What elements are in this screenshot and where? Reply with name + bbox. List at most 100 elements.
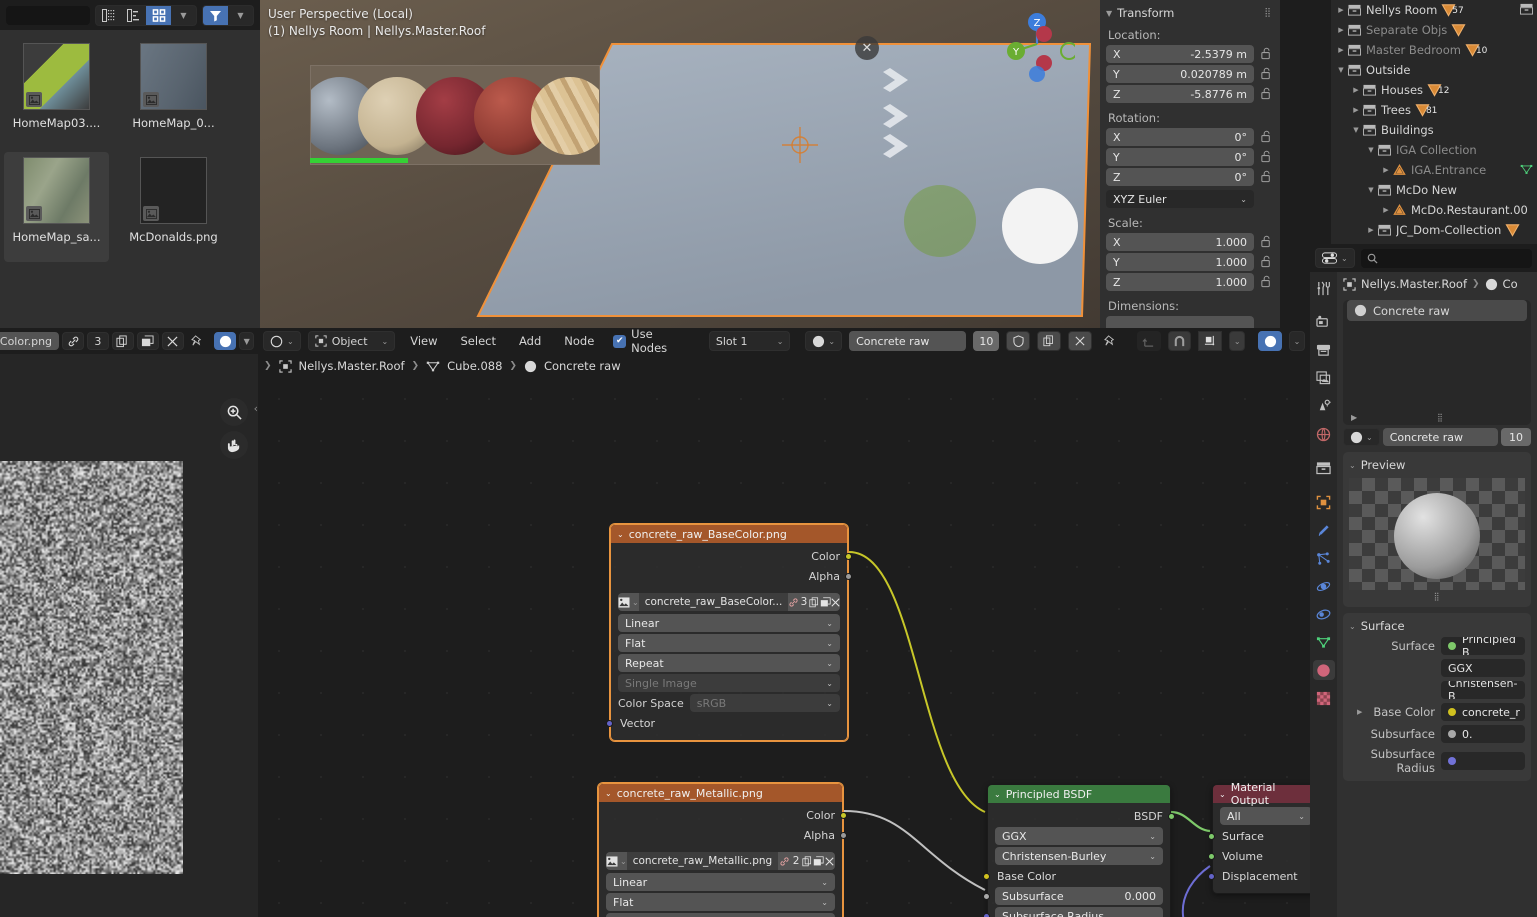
properties-search-input[interactable]	[1361, 249, 1532, 268]
surface-property-value[interactable]	[1441, 752, 1525, 770]
disclosure-triangle-icon[interactable]: ▶	[1380, 166, 1392, 174]
object-icon[interactable]	[1313, 492, 1335, 512]
close-icon[interactable]: ✕	[855, 36, 879, 60]
collection-icon[interactable]	[1313, 458, 1335, 478]
filter-dropdown-icon[interactable]: ▼	[228, 6, 253, 25]
shader-node[interactable]: ⌄ Principled BSDF BSDF GGX ⌄ Christensen-Burl…	[987, 784, 1171, 917]
menu-node[interactable]: Node	[556, 331, 602, 351]
node-extension-dropdown[interactable]: Repeat⌄	[606, 913, 835, 917]
file-item[interactable]: McDonalds.png	[121, 152, 226, 262]
shader-editor-type-icon[interactable]: ⌄	[263, 331, 301, 351]
output-icon[interactable]	[1313, 340, 1335, 360]
surface-property-value[interactable]: Principled B	[1441, 637, 1525, 655]
outliner-row[interactable]: ▶ IGA.Entrance	[1331, 160, 1537, 180]
location-field[interactable]: X -2.5379 m	[1106, 45, 1254, 63]
node-projection-dropdown[interactable]: Flat ⌄	[618, 634, 840, 652]
location-field[interactable]: Z -5.8776 m	[1106, 85, 1254, 103]
material-slot-list[interactable]: Concrete raw ▶ ⣿	[1343, 300, 1531, 425]
outliner-row[interactable]: ▼ McDo New	[1331, 180, 1537, 200]
slot-dropdown[interactable]: Slot 1 ⌄	[709, 331, 791, 351]
render-shading-icon[interactable]	[214, 332, 236, 350]
disclosure-triangle-icon[interactable]: ▶	[1380, 206, 1392, 214]
node-socket[interactable]	[983, 893, 990, 900]
shader-node[interactable]: ⌄ concrete_raw_BaseColor.png Color Alpha ⌄ co…	[610, 524, 848, 741]
node-header[interactable]: ⌄ Material Output	[1213, 785, 1310, 803]
node-extension-dropdown[interactable]: Repeat⌄	[618, 654, 840, 672]
chevron-down-icon[interactable]: ⌄	[617, 530, 624, 539]
material-preview-render[interactable]	[1349, 478, 1525, 590]
disclosure-triangle-icon[interactable]: ▼	[1335, 66, 1347, 74]
texture-icon[interactable]	[1313, 688, 1335, 708]
outliner-row[interactable]: ▶ JC_Dom-Collection	[1331, 220, 1537, 240]
grip-dots-icon[interactable]: ⣿	[1264, 8, 1272, 18]
node-header[interactable]: ⌄ concrete_raw_BaseColor.png	[611, 525, 847, 543]
preview-section-title[interactable]: ⌄ Preview	[1349, 458, 1525, 472]
disclosure-triangle-icon[interactable]: ▶	[1350, 106, 1362, 114]
render-icon[interactable]	[1313, 312, 1335, 332]
zoom-icon[interactable]	[220, 398, 248, 426]
outliner-row[interactable]: ▶ McDo.Restaurant.00	[1331, 200, 1537, 220]
material-browse-icon[interactable]: ⌄	[805, 331, 842, 351]
link-icon[interactable]	[778, 852, 790, 870]
snap-dropdown-icon[interactable]: ⌄	[1229, 331, 1245, 351]
disclosure-triangle-icon[interactable]: ▼	[1350, 126, 1362, 134]
file-item[interactable]: HomeMap_0...	[121, 38, 226, 148]
node-subsurface-method-dropdown[interactable]: Christensen-Burley ⌄	[995, 847, 1163, 865]
shield-icon[interactable]	[1006, 331, 1030, 351]
lock-toggle[interactable]	[1260, 67, 1274, 81]
particles-icon[interactable]	[1313, 548, 1335, 568]
shader-type-dropdown[interactable]: Object ⌄	[308, 331, 396, 351]
outliner-row[interactable]: ▶ Nellys Room 57	[1331, 0, 1537, 20]
outliner-row[interactable]: ▶ Separate Objs	[1331, 20, 1537, 40]
link-icon[interactable]	[788, 593, 799, 611]
node-socket[interactable]	[983, 913, 990, 917]
disclosure-triangle-icon[interactable]: ▼	[1365, 186, 1377, 194]
menu-add[interactable]: Add	[511, 331, 549, 351]
lock-toggle[interactable]	[1260, 235, 1274, 249]
pan-icon[interactable]	[220, 431, 248, 459]
disclosure-triangle-icon[interactable]: ▶	[1350, 86, 1362, 94]
image-name-field[interactable]: concrete_raw_BaseColor...	[639, 593, 789, 611]
navigation-gizmo[interactable]: Z Y	[999, 6, 1075, 82]
node-interpolation-dropdown[interactable]: Linear ⌄	[606, 873, 835, 891]
material-name-field[interactable]: Concrete raw	[1383, 428, 1498, 446]
breadcrumb-object-label[interactable]: Nellys.Master.Roof	[1361, 277, 1467, 291]
node-socket[interactable]	[1208, 853, 1215, 860]
surface-property-value[interactable]: GGX	[1441, 659, 1525, 677]
lock-toggle[interactable]	[1260, 170, 1274, 184]
image-name-field[interactable]: concrete_raw_Metallic.png	[627, 852, 779, 870]
tool-icon[interactable]	[1313, 278, 1335, 298]
breadcrumb-material-label[interactable]: Concrete raw	[544, 359, 621, 373]
x-icon[interactable]	[831, 593, 840, 611]
material-users-count[interactable]: 10	[1501, 428, 1531, 446]
disclosure-triangle-icon[interactable]: ▶	[1365, 226, 1377, 234]
node-interpolation-dropdown[interactable]: Linear ⌄	[618, 614, 840, 632]
x-icon[interactable]	[1068, 331, 1092, 351]
chevron-down-icon[interactable]: ⌄	[605, 789, 612, 798]
node-socket[interactable]	[1168, 813, 1175, 820]
surface-property-value[interactable]: concrete_r	[1441, 703, 1525, 721]
shading-icon[interactable]	[1258, 331, 1282, 351]
copy-icon[interactable]	[802, 852, 813, 870]
shader-node[interactable]: ⌄ Material Output All ⌄ Surface Volume Displac…	[1212, 784, 1310, 894]
scale-field[interactable]: Z 1.000	[1106, 273, 1254, 291]
node-socket[interactable]	[845, 573, 852, 580]
physics-icon[interactable]	[1313, 576, 1335, 596]
scene-icon[interactable]	[1313, 396, 1335, 416]
shader-node[interactable]: ⌄ concrete_raw_Metallic.png Color Alpha ⌄ con…	[598, 783, 843, 917]
shader-material-name-field[interactable]: Concrete raw	[849, 331, 966, 351]
image-users-count[interactable]: 2	[790, 852, 801, 870]
surface-property-value[interactable]: 0.	[1441, 725, 1525, 743]
outliner-row[interactable]: ▶ Houses 12	[1331, 80, 1537, 100]
viewlayer-icon[interactable]	[1313, 368, 1335, 388]
pack-icon[interactable]	[813, 852, 824, 870]
outliner-row[interactable]: ▶ Trees 81	[1331, 100, 1537, 120]
node-distribution-dropdown[interactable]: GGX ⌄	[995, 827, 1163, 845]
transform-panel-title[interactable]: ▼ Transform	[1106, 6, 1174, 20]
file-item[interactable]: HomeMap_sa...	[4, 152, 109, 262]
lock-toggle[interactable]	[1260, 255, 1274, 269]
outliner-row[interactable]: ▶ Master Bedroom 10	[1331, 40, 1537, 60]
node-header[interactable]: ⌄ concrete_raw_Metallic.png	[599, 784, 842, 802]
node-source-dropdown[interactable]: Single Image ⌄	[618, 674, 840, 692]
rotation-field[interactable]: Y 0°	[1106, 148, 1254, 166]
